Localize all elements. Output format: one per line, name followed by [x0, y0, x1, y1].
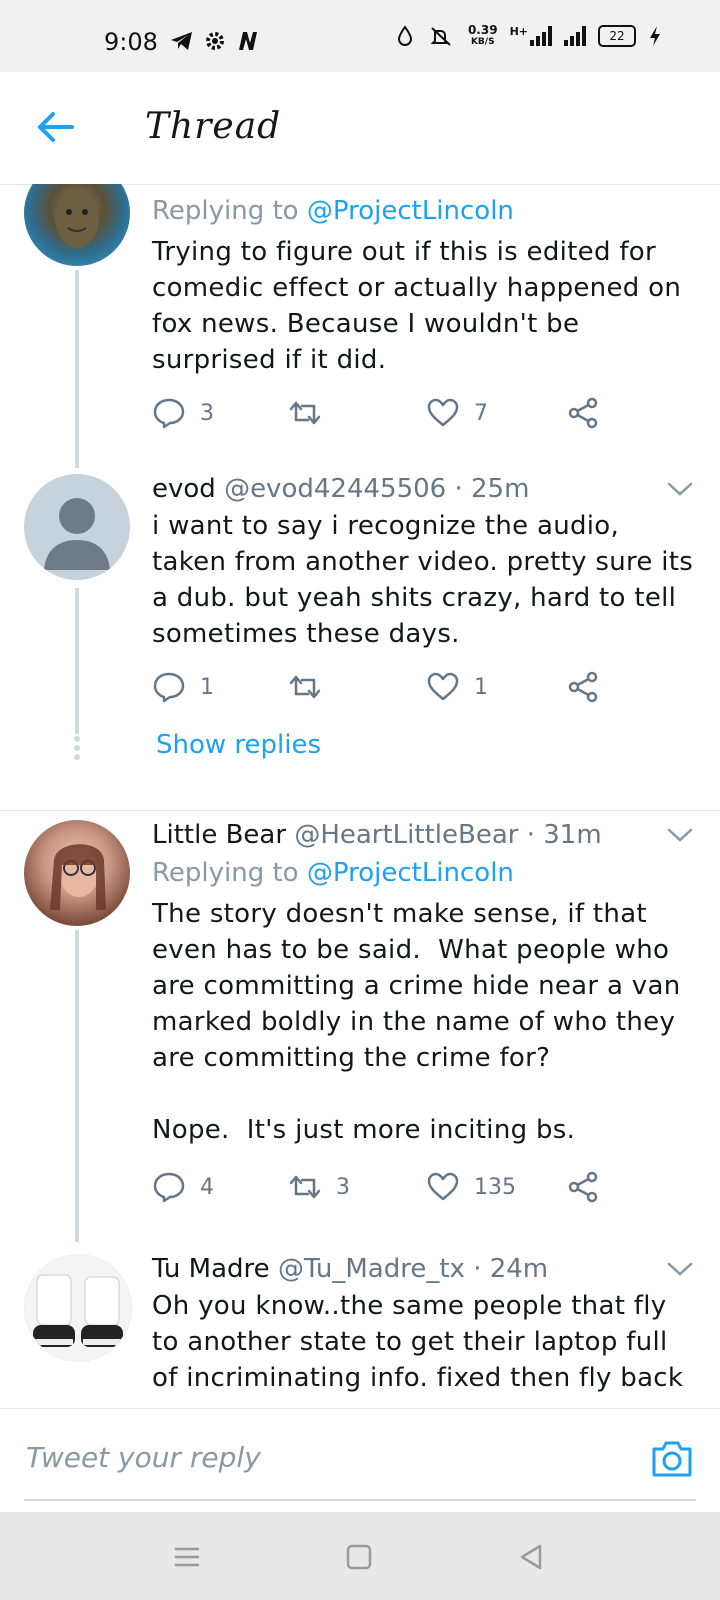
net-speed-unit: KB/S — [470, 37, 495, 47]
heart-icon — [427, 398, 459, 427]
tweet-3[interactable]: Little Bear @HeartLittleBear · 31m Reply… — [0, 820, 720, 1242]
app-header: Thread — [0, 72, 720, 185]
home-icon[interactable] — [344, 1542, 374, 1572]
like-count: 1 — [474, 674, 488, 700]
tweet-time: · 31m — [526, 820, 602, 850]
chevron-down-icon[interactable] — [666, 1260, 694, 1278]
like-count: 135 — [474, 1174, 516, 1200]
reply-button[interactable]: 1 — [152, 670, 214, 704]
charging-icon — [650, 26, 660, 46]
share-button[interactable] — [566, 1170, 600, 1204]
retweet-button[interactable] — [288, 670, 336, 704]
avatar[interactable] — [24, 1254, 132, 1362]
like-count: 7 — [474, 400, 488, 426]
like-button[interactable]: 7 — [426, 396, 488, 430]
tweet-4[interactable]: Tu Madre @Tu_Madre_tx · 24m Oh you know.… — [0, 1254, 720, 1408]
tweet-time: · 25m — [454, 474, 530, 504]
camera-icon[interactable] — [650, 1439, 694, 1479]
chevron-down-icon[interactable] — [666, 826, 694, 844]
thread-line — [75, 270, 79, 468]
thread-line — [75, 588, 79, 734]
mute-icon — [430, 27, 451, 46]
tweet-actions: 1 1 — [152, 670, 622, 710]
share-button[interactable] — [566, 396, 600, 430]
page-title: Thread — [145, 106, 282, 147]
tweet-actions: 4 3 135 — [152, 1170, 622, 1210]
reply-composer — [0, 1408, 720, 1513]
reply-icon — [153, 1172, 185, 1203]
menu-icon[interactable] — [172, 1542, 202, 1572]
back-icon[interactable] — [516, 1542, 546, 1572]
author-handle[interactable]: @Tu_Madre_tx — [278, 1254, 465, 1284]
reply-input[interactable] — [24, 1431, 588, 1483]
reply-icon — [153, 672, 185, 703]
thread-ellipsis — [74, 736, 80, 760]
replying-to: Replying to @ProjectLincoln — [152, 196, 514, 226]
net-speed-value: 0.39 — [467, 23, 498, 37]
tweet-text: The story doesn't make sense, if that ev… — [152, 899, 681, 1145]
telegram-icon — [171, 32, 192, 50]
tweet-2[interactable]: evod @evod42445506 · 25m i want to say i… — [0, 474, 720, 794]
network-type: H+ — [509, 24, 528, 38]
data-saver-icon — [397, 25, 412, 46]
tweet-actions: 3 7 — [152, 396, 622, 436]
retweet-icon — [289, 401, 321, 425]
retweet-icon — [289, 675, 321, 699]
share-button[interactable] — [566, 670, 600, 704]
gear-icon — [206, 32, 224, 50]
avatar[interactable] — [24, 820, 130, 926]
author-name[interactable]: evod — [152, 474, 216, 504]
retweet-icon — [289, 1175, 321, 1199]
tweet-header: evod @evod42445506 · 25m — [152, 474, 529, 504]
show-replies-link[interactable]: Show replies — [156, 730, 321, 760]
tweet-header: Tu Madre @Tu_Madre_tx · 24m — [152, 1254, 548, 1284]
replying-handle-link[interactable]: @ProjectLincoln — [307, 858, 514, 888]
avatar[interactable] — [24, 184, 130, 266]
reply-button[interactable]: 3 — [152, 396, 214, 430]
reply-button[interactable]: 4 — [152, 1170, 214, 1204]
chevron-down-icon[interactable] — [666, 480, 694, 498]
author-handle[interactable]: @evod42445506 — [224, 474, 446, 504]
tweet-text: i want to say i recognize the audio, tak… — [152, 511, 702, 649]
retweet-button[interactable]: 3 — [288, 1170, 350, 1204]
like-button[interactable]: 135 — [426, 1170, 516, 1204]
thread-line — [75, 930, 79, 1242]
reply-count: 3 — [200, 400, 214, 426]
avatar[interactable] — [24, 474, 130, 580]
status-bar: 9:08 0.39 KB/S H+ 22 — [0, 0, 720, 72]
like-button[interactable]: 1 — [426, 670, 488, 704]
tweet-1[interactable]: Replying to @ProjectLincoln Trying to fi… — [0, 184, 720, 468]
reply-count: 1 — [200, 674, 214, 700]
replying-to: Replying to @ProjectLincoln — [152, 858, 514, 888]
heart-icon — [427, 672, 459, 701]
author-name[interactable]: Little Bear — [152, 820, 286, 850]
retweet-count: 3 — [336, 1174, 350, 1200]
battery-level: 22 — [609, 29, 625, 43]
author-name[interactable]: Tu Madre — [152, 1254, 270, 1284]
tweet-header: Little Bear @HeartLittleBear · 31m — [152, 820, 602, 850]
retweet-button[interactable] — [288, 396, 336, 430]
share-icon — [568, 671, 598, 703]
signal-icon — [530, 26, 552, 46]
divider — [0, 810, 720, 811]
app-n-icon — [239, 32, 257, 50]
share-icon — [568, 1171, 598, 1203]
replying-handle-link[interactable]: @ProjectLincoln — [307, 196, 514, 226]
back-arrow-icon[interactable] — [36, 110, 76, 144]
reply-icon — [153, 398, 185, 429]
reply-count: 4 — [200, 1174, 214, 1200]
tweet-time: · 24m — [473, 1254, 549, 1284]
status-time: 9:08 — [104, 28, 158, 56]
tweet-text: Trying to figure out if this is edited f… — [152, 237, 690, 375]
signal-icon-2 — [564, 26, 586, 46]
battery-icon: 22 — [598, 25, 636, 47]
system-nav-bar — [0, 1512, 720, 1600]
heart-icon — [427, 1172, 459, 1201]
tweet-text: Oh you know..the same people that fly to… — [152, 1291, 684, 1393]
composer-underline — [24, 1499, 696, 1501]
share-icon — [568, 397, 598, 429]
author-handle[interactable]: @HeartLittleBear — [294, 820, 518, 850]
thread-feed[interactable]: Replying to @ProjectLincoln Trying to fi… — [0, 184, 720, 1408]
